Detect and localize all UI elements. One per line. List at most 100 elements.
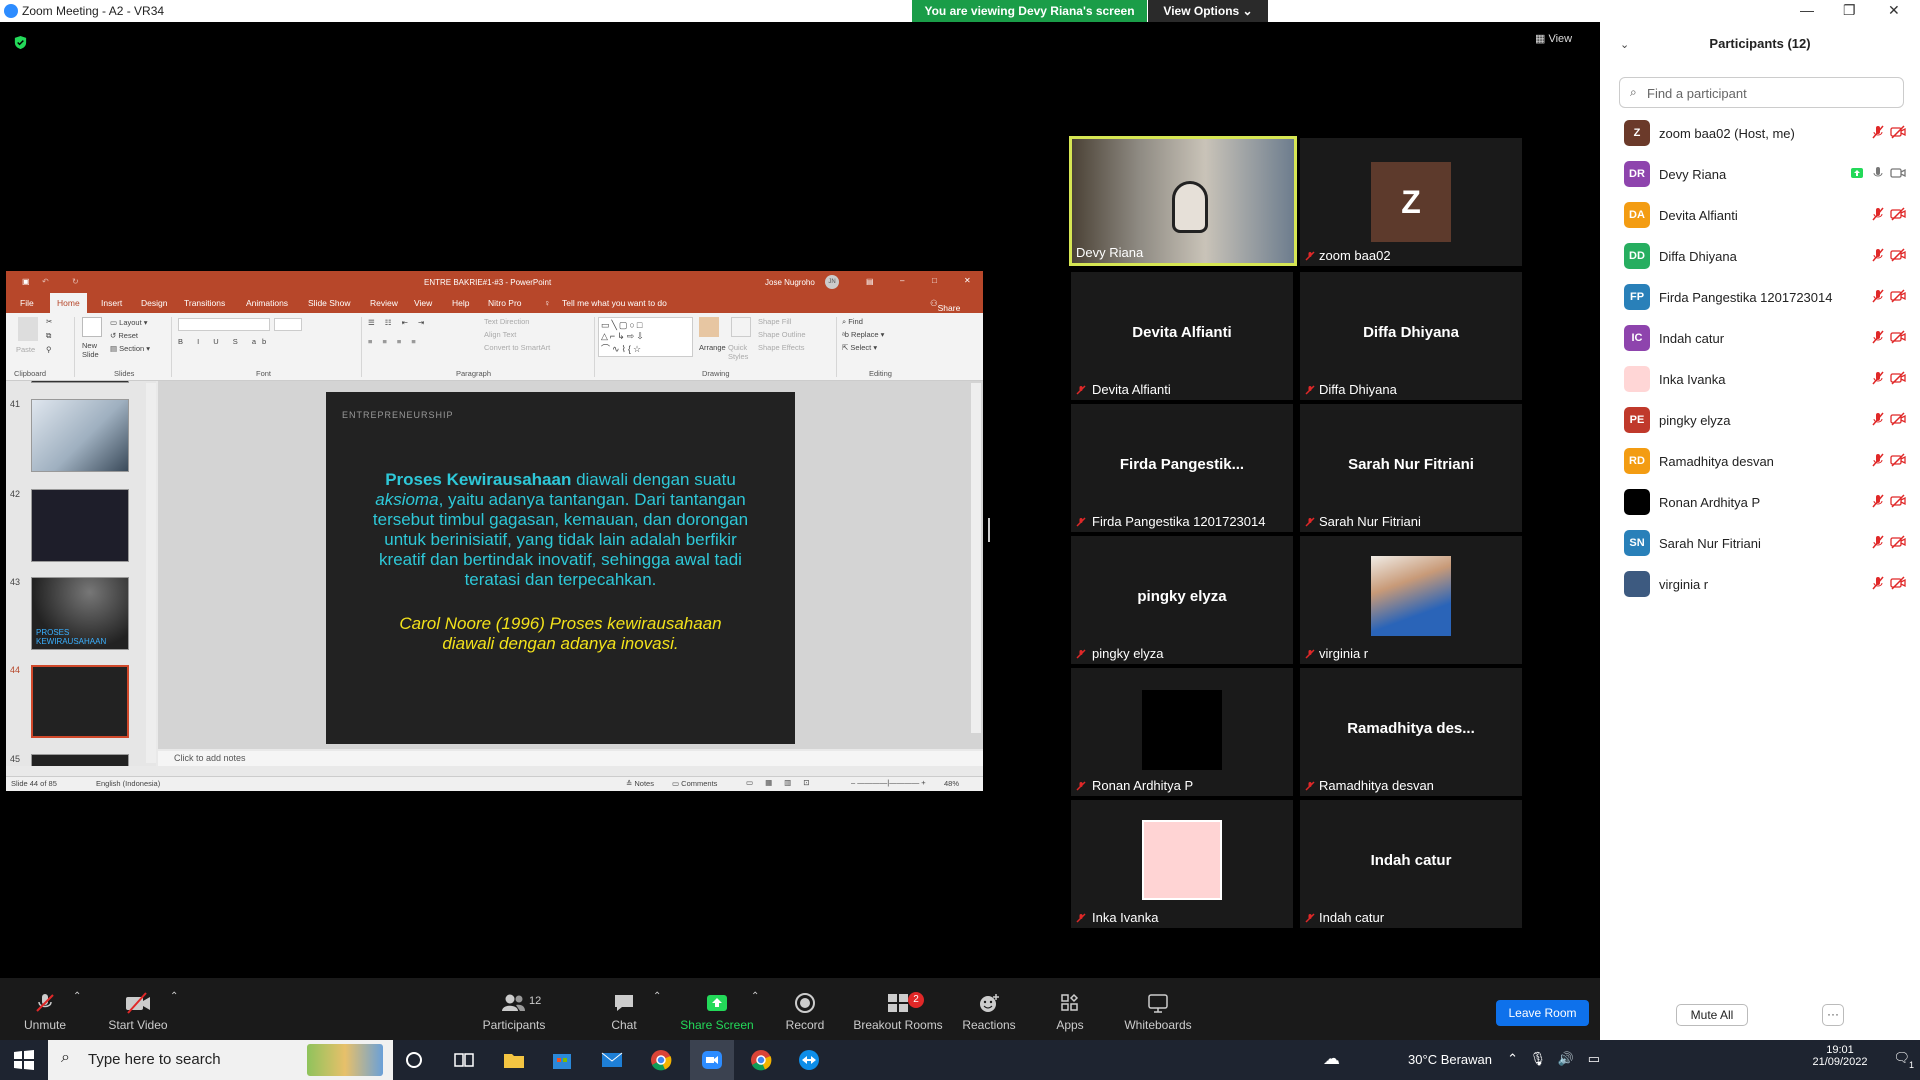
notes-pane[interactable]: Click to add notes	[158, 751, 983, 766]
windows-start-icon[interactable]	[12, 1048, 36, 1072]
shapes-gallery[interactable]: ▭╲▢○□ △⌐↳⇨⇩ ⌒∿⌇{☆	[598, 317, 693, 357]
security-shield-icon[interactable]	[13, 35, 28, 50]
mic-muted-icon[interactable]	[1871, 494, 1885, 508]
camera-off-icon[interactable]	[1890, 248, 1906, 262]
participant-row[interactable]: Inka Ivanka	[1624, 364, 1914, 394]
volume-icon[interactable]: 🔊	[1558, 1051, 1574, 1067]
notes-toggle[interactable]: ≙ Notes	[626, 779, 654, 788]
font-size-select[interactable]	[274, 318, 302, 331]
video-tile-diffa[interactable]: Diffa Dhiyana Diffa Dhiyana	[1300, 272, 1522, 400]
mic-on-icon[interactable]	[1871, 166, 1885, 180]
zoom-app-icon[interactable]	[700, 1048, 724, 1072]
participant-row[interactable]: PE pingky elyza	[1624, 405, 1914, 435]
replace-button[interactable]: ᵃb Replace ▾	[842, 330, 884, 339]
list-buttons[interactable]: ☰ ☷ ⇤ ⇥	[368, 318, 428, 327]
video-options-chevron-icon[interactable]: ⌃	[170, 991, 178, 1002]
mic-muted-icon[interactable]	[1871, 207, 1885, 221]
video-tile-indah[interactable]: Indah catur Indah catur	[1300, 800, 1522, 928]
copy-icon[interactable]: ⧉	[46, 331, 51, 341]
ribbon-display-icon[interactable]: ▤	[866, 277, 874, 286]
section-button[interactable]: ▤ Section ▾	[110, 344, 150, 353]
participant-search-input[interactable]: ⌕ Find a participant	[1619, 77, 1904, 108]
tab-review[interactable]: Review	[370, 298, 398, 308]
layout-button[interactable]: ▭ Layout ▾	[110, 318, 148, 327]
network-icon[interactable]: ▭	[1588, 1051, 1600, 1067]
tab-transitions[interactable]: Transitions	[184, 298, 225, 308]
convert-smartart-button[interactable]: Convert to SmartArt	[484, 343, 550, 352]
participant-row[interactable]: FP Firda Pangestika 1201723014	[1624, 282, 1914, 312]
chat-options-chevron-icon[interactable]: ⌃	[653, 991, 661, 1002]
view-button[interactable]: ▦ View	[1535, 32, 1572, 45]
editor-scrollbar[interactable]	[971, 383, 981, 733]
camera-off-icon[interactable]	[1890, 453, 1906, 467]
video-tile-firda[interactable]: Firda Pangestik... Firda Pangestika 1201…	[1071, 404, 1293, 532]
teamviewer-icon[interactable]	[797, 1048, 821, 1072]
participant-row[interactable]: DR Devy Riana	[1624, 159, 1914, 189]
video-tile-inka[interactable]: Inka Ivanka	[1071, 800, 1293, 928]
apps-button[interactable]: Apps	[1020, 992, 1120, 1032]
mic-muted-icon[interactable]	[1871, 125, 1885, 139]
participant-row[interactable]: Zzoom baa02 (Host, me)	[1624, 118, 1914, 148]
quick-styles-label[interactable]: Quick Styles	[728, 343, 754, 361]
text-direction-button[interactable]: Text Direction	[484, 317, 529, 326]
thumbnail-scrollbar[interactable]	[146, 383, 156, 763]
participant-row[interactable]: DD Diffa Dhiyana	[1624, 241, 1914, 271]
redo-icon[interactable]: ↻	[72, 277, 79, 286]
tell-me-box[interactable]: Tell me what you want to do	[562, 298, 667, 308]
camera-off-icon[interactable]	[1890, 207, 1906, 221]
video-tile-zoom-baa02[interactable]: Z zoom baa02	[1300, 138, 1522, 266]
participant-row[interactable]: SN Sarah Nur Fitriani	[1624, 528, 1914, 558]
slide-thumb-45[interactable]	[31, 754, 129, 766]
participant-row[interactable]: DA Devita Alfianti	[1624, 200, 1914, 230]
show-hidden-icons-icon[interactable]: ⌃	[1507, 1051, 1518, 1067]
video-tile-sarah[interactable]: Sarah Nur Fitriani Sarah Nur Fitriani	[1300, 404, 1522, 532]
reset-button[interactable]: ↺ Reset	[110, 331, 138, 340]
slide-thumb-42[interactable]	[31, 489, 129, 562]
select-button[interactable]: ⇱ Select ▾	[842, 343, 877, 352]
camera-off-icon[interactable]	[1890, 289, 1906, 303]
slide-thumb-44-selected[interactable]	[31, 665, 129, 738]
camera-on-icon[interactable]	[1890, 166, 1906, 180]
chrome-profile-icon[interactable]	[749, 1048, 773, 1072]
zoom-level[interactable]: 48%	[944, 779, 959, 788]
new-slide-label[interactable]: New Slide	[82, 341, 106, 359]
mic-muted-icon[interactable]	[1871, 453, 1885, 467]
tab-file[interactable]: File	[20, 298, 34, 308]
font-format-buttons[interactable]: B I U S ab	[178, 337, 272, 346]
undo-icon[interactable]: ↶	[42, 277, 49, 286]
participant-row[interactable]: RD Ramadhitya desvan	[1624, 446, 1914, 476]
ppt-maximize-icon[interactable]: □	[932, 276, 937, 285]
mic-muted-icon[interactable]	[1871, 289, 1885, 303]
mic-muted-icon[interactable]	[1871, 371, 1885, 385]
quick-styles-icon[interactable]	[731, 317, 751, 337]
tab-help[interactable]: Help	[452, 298, 469, 308]
task-view-icon[interactable]	[452, 1048, 476, 1072]
tab-view[interactable]: View	[414, 298, 432, 308]
tab-slide-show[interactable]: Slide Show	[308, 298, 351, 308]
restore-icon[interactable]: ❐	[1843, 2, 1856, 19]
breakout-rooms-button[interactable]: Breakout Rooms	[848, 992, 948, 1032]
ppt-share-button[interactable]: ⚇ Share	[930, 298, 960, 313]
ppt-minimize-icon[interactable]: –	[900, 276, 904, 285]
participant-row[interactable]: IC Indah catur	[1624, 323, 1914, 353]
comments-toggle[interactable]: ▭ Comments	[672, 779, 717, 788]
find-button[interactable]: ⌕ Find	[842, 317, 863, 327]
paste-icon[interactable]	[18, 317, 38, 341]
camera-off-icon[interactable]	[1890, 330, 1906, 344]
tab-nitro-pro[interactable]: Nitro Pro	[488, 298, 522, 308]
video-tile-virginia[interactable]: virginia r	[1300, 536, 1522, 664]
weather-text[interactable]: 30°C Berawan	[1408, 1052, 1492, 1067]
camera-off-icon[interactable]	[1890, 125, 1906, 139]
participant-row[interactable]: virginia r	[1624, 569, 1914, 599]
camera-off-icon[interactable]	[1890, 535, 1906, 549]
tab-home[interactable]: Home	[50, 293, 87, 313]
video-tile-devita[interactable]: Devita Alfianti Devita Alfianti	[1071, 272, 1293, 400]
leave-room-button[interactable]: Leave Room	[1496, 1000, 1589, 1026]
whiteboards-button[interactable]: Whiteboards	[1108, 992, 1208, 1032]
arrange-icon[interactable]	[699, 317, 719, 337]
chrome-icon[interactable]	[649, 1048, 673, 1072]
align-buttons[interactable]: ≡ ≡ ≡ ≡	[368, 337, 420, 346]
mic-muted-icon[interactable]	[1871, 412, 1885, 426]
shape-outline-button[interactable]: Shape Outline	[758, 330, 806, 339]
participant-row[interactable]: Ronan Ardhitya P	[1624, 487, 1914, 517]
